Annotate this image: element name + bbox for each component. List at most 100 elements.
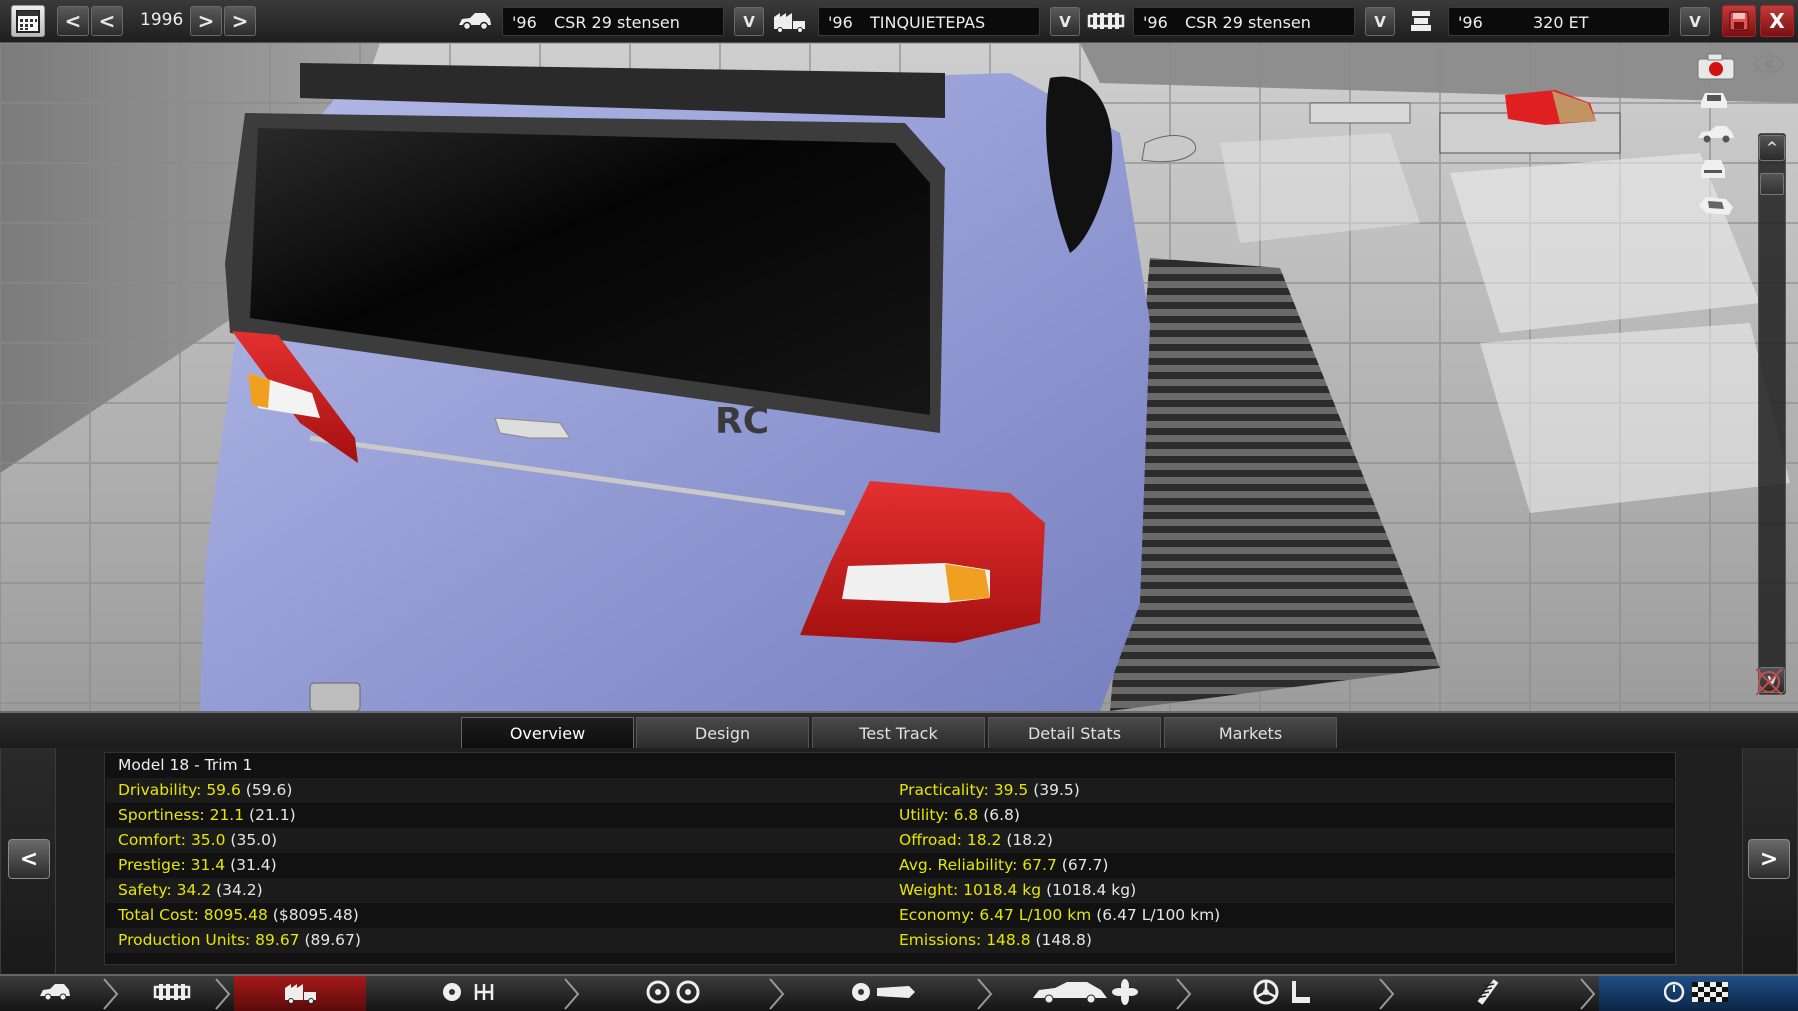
stat-prestige: Prestige: 31.4 (31.4) <box>118 856 277 874</box>
nav-chevron-icon <box>1379 978 1395 1010</box>
rc-badge: RC <box>715 401 769 442</box>
nav-chevron-icon <box>1176 978 1192 1010</box>
nav-car-model[interactable] <box>0 976 110 1011</box>
calendar-icon[interactable] <box>11 5 45 37</box>
reset-view-icon[interactable] <box>1752 665 1796 696</box>
year-forward-fast-button[interactable]: > <box>224 6 256 36</box>
eye-icon[interactable] <box>1752 53 1796 83</box>
stat-row: Drivability: 59.6 (59.6) Practicality: 3… <box>106 778 1674 803</box>
engine-icon <box>1402 8 1440 34</box>
wheels-icon <box>643 979 703 1009</box>
tab-design[interactable]: Design <box>636 717 809 749</box>
previous-trim-button[interactable]: < <box>8 839 50 879</box>
stat-drivability: Drivability: 59.6 (59.6) <box>118 781 293 799</box>
top-bar: < < 1996 > > '96 CSR 29 stensen V '96 TI… <box>0 0 1798 43</box>
car-model-select[interactable]: '96 CSR 29 stensen <box>502 7 724 36</box>
factory-dropdown-button[interactable]: V <box>1050 7 1080 36</box>
view-front-icon[interactable] <box>1696 88 1740 118</box>
stat-row: Comfort: 35.0 (35.0) Offroad: 18.2 (18.2… <box>106 828 1674 853</box>
chassis-select[interactable]: '96 CSR 29 stensen <box>1133 7 1355 36</box>
stat-sportiness: Sportiness: 21.1 (21.1) <box>118 806 296 824</box>
nav-suspension[interactable] <box>1398 976 1578 1011</box>
scroll-up-button[interactable]: ^ <box>1759 135 1785 161</box>
factory-icon <box>770 8 808 34</box>
model-title: Model 18 - Trim 1 <box>118 756 253 774</box>
car-scene: RC <box>0 43 1798 711</box>
chassis-icon <box>153 982 191 1006</box>
stat-row: Sportiness: 21.1 (21.1) Utility: 6.8 (6.… <box>106 803 1674 828</box>
next-trim-button[interactable]: > <box>1748 839 1790 879</box>
overview-panel: < > Model 18 - Trim 1 Drivability: 59.6 … <box>0 748 1798 974</box>
stat-row: Production Units: 89.67 (89.67) Emission… <box>106 928 1674 953</box>
nav-chevron-icon <box>977 978 993 1010</box>
nav-chevron-icon <box>769 978 785 1010</box>
fixtures-icon <box>849 980 919 1008</box>
stat-offroad: Offroad: 18.2 (18.2) <box>899 831 1053 849</box>
stat-row: Total Cost: 8095.48 ($8095.48) Economy: … <box>106 903 1674 928</box>
car-3d-viewport[interactable]: RC ^ <box>0 43 1798 711</box>
nav-interior[interactable] <box>1195 976 1379 1011</box>
nav-wheels[interactable] <box>583 976 763 1011</box>
car-model-dropdown-button[interactable]: V <box>734 7 764 36</box>
stats-box: Model 18 - Trim 1 Drivability: 59.6 (59.… <box>104 752 1676 965</box>
body-icon <box>282 980 318 1008</box>
chassis-dropdown-button[interactable]: V <box>1365 7 1395 36</box>
car-model-icon <box>38 981 72 1007</box>
nav-fixtures[interactable] <box>788 976 980 1011</box>
stat-row-title: Model 18 - Trim 1 <box>106 753 1674 778</box>
camera-record-icon[interactable] <box>1696 51 1740 81</box>
tab-test-track[interactable]: Test Track <box>812 717 985 749</box>
engine-year: '96 <box>1458 13 1483 32</box>
stat-avg-reliability: Avg. Reliability: 67.7 (67.7) <box>899 856 1109 874</box>
view-scrollbar[interactable] <box>1758 133 1786 695</box>
stat-total-cost: Total Cost: 8095.48 ($8095.48) <box>118 906 359 924</box>
factory-name: TINQUIETEPAS <box>870 13 986 32</box>
bottom-nav <box>0 974 1798 1011</box>
car-model-year: '96 <box>512 13 537 32</box>
engine-select[interactable]: '96 320 ET <box>1448 7 1670 36</box>
tab-detail-stats[interactable]: Detail Stats <box>988 717 1161 749</box>
year-back-button[interactable]: < <box>91 6 123 36</box>
stat-safety: Safety: 34.2 (34.2) <box>118 881 263 899</box>
stat-utility: Utility: 6.8 (6.8) <box>899 806 1020 824</box>
car-model-icon <box>456 8 494 34</box>
engine-dropdown-button[interactable]: V <box>1680 7 1710 36</box>
tab-bar: Overview Design Test Track Detail Stats … <box>0 711 1798 749</box>
chassis-icon <box>1087 8 1125 34</box>
factory-year: '96 <box>828 13 853 32</box>
nav-chevron-icon <box>215 978 231 1010</box>
tab-markets[interactable]: Markets <box>1164 717 1337 749</box>
nav-chassis[interactable] <box>122 976 222 1011</box>
car-design-fan-icon <box>1031 978 1141 1010</box>
stat-weight: Weight: 1018.4 kg (1018.4 kg) <box>899 881 1137 899</box>
view-side-icon[interactable] <box>1696 123 1740 153</box>
save-icon[interactable] <box>1722 5 1756 37</box>
stat-comfort: Comfort: 35.0 (35.0) <box>118 831 278 849</box>
view-top-icon[interactable] <box>1696 193 1740 223</box>
nav-chevron-icon <box>103 978 119 1010</box>
year-back-fast-button[interactable]: < <box>57 6 89 36</box>
factory-select[interactable]: '96 TINQUIETEPAS <box>818 7 1040 36</box>
stat-economy: Economy: 6.47 L/100 km (6.47 L/100 km) <box>899 906 1221 924</box>
car-model-name: CSR 29 stensen <box>554 13 680 32</box>
scroll-thumb[interactable] <box>1760 173 1784 195</box>
close-button[interactable]: X <box>1760 5 1794 37</box>
nav-engine-gearbox[interactable] <box>370 976 570 1011</box>
nav-test-drive[interactable] <box>1599 976 1798 1011</box>
nav-chevron-icon <box>564 978 580 1010</box>
suspension-icon <box>1468 978 1508 1010</box>
stat-row: Prestige: 31.4 (31.4) Avg. Reliability: … <box>106 853 1674 878</box>
nav-car-design[interactable] <box>996 976 1176 1011</box>
app-window: < < 1996 > > '96 CSR 29 stensen V '96 TI… <box>0 0 1798 1011</box>
nav-chevron-icon <box>1580 978 1596 1010</box>
chassis-year: '96 <box>1143 13 1168 32</box>
view-rear-icon[interactable] <box>1696 157 1740 187</box>
nav-body[interactable] <box>234 976 366 1011</box>
current-year: 1996 <box>140 10 184 30</box>
tab-overview[interactable]: Overview <box>461 717 634 749</box>
engine-gearbox-icon <box>440 980 500 1008</box>
stat-practicality: Practicality: 39.5 (39.5) <box>899 781 1080 799</box>
year-forward-button[interactable]: > <box>190 6 222 36</box>
chassis-name: CSR 29 stensen <box>1185 13 1311 32</box>
stat-row: Safety: 34.2 (34.2) Weight: 1018.4 kg (1… <box>106 878 1674 903</box>
